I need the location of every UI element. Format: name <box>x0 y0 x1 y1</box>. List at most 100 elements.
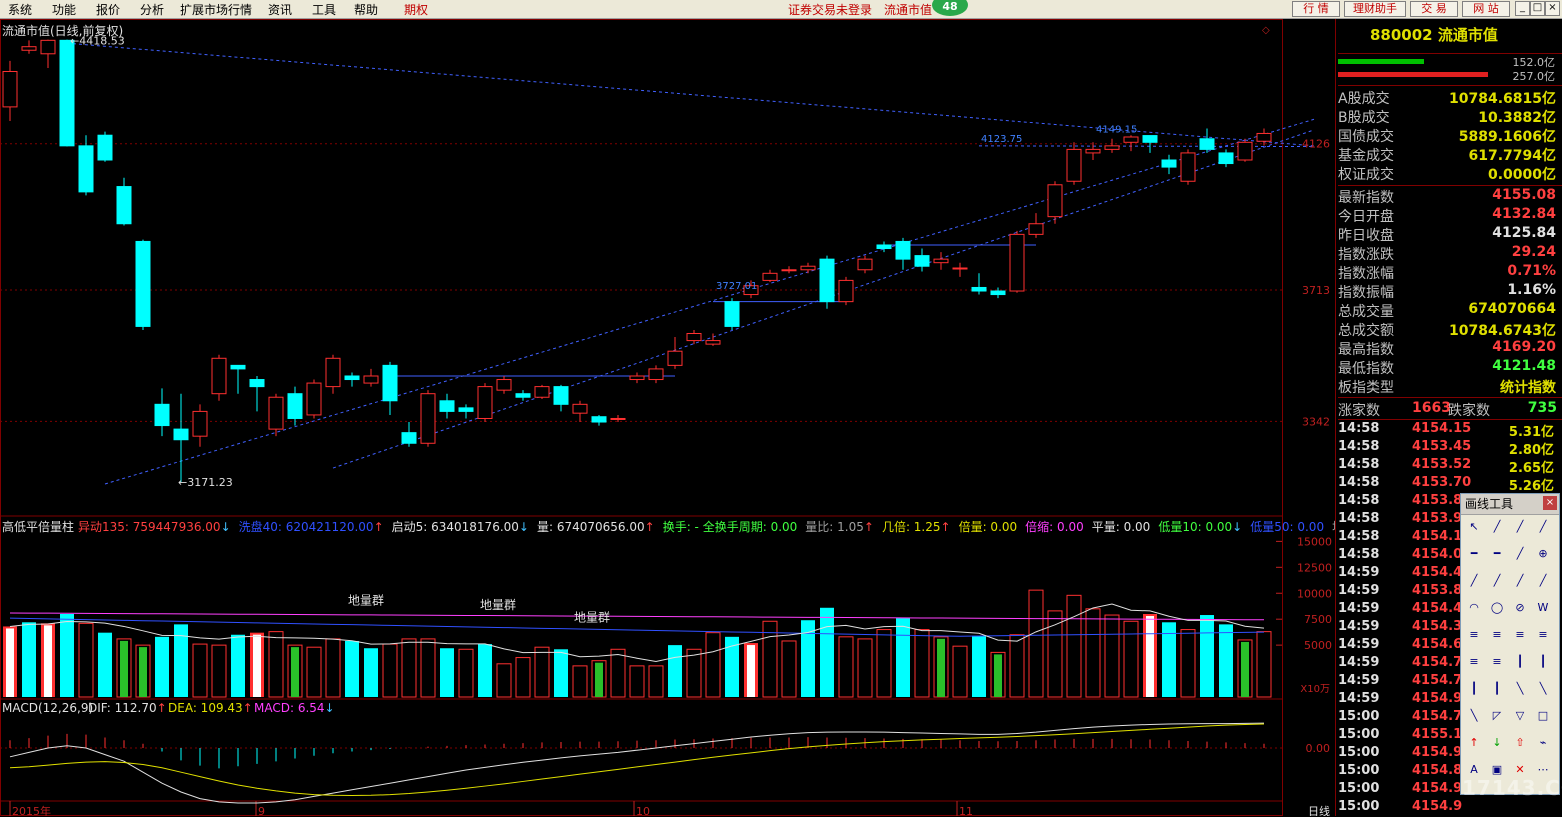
regression-tool-icon[interactable]: ╲ <box>1464 707 1484 725</box>
x-axis-label: 9 <box>258 805 265 816</box>
candle <box>667 337 683 369</box>
triangle-tool-icon[interactable]: ◸ <box>1487 707 1507 725</box>
finance-assistant-button[interactable]: 理财助手 <box>1344 1 1406 17</box>
candle <box>705 333 721 346</box>
stat-row: 总成交额 10784.6743亿 <box>1338 320 1558 339</box>
pointer-tool-icon[interactable]: ↖ <box>1464 518 1484 536</box>
tick-price: 4153.9 <box>1412 511 1463 526</box>
parallel-tool-icon[interactable]: ╱ <box>1510 545 1530 563</box>
volume-bar-inner <box>1146 616 1154 697</box>
speed-tool-icon[interactable]: ╲ <box>1510 680 1530 698</box>
volume-ma40-line <box>9 617 1265 637</box>
down-triangle-tool-icon[interactable]: ▽ <box>1510 707 1530 725</box>
volume-bar <box>876 629 892 698</box>
candle <box>2 60 18 122</box>
minimize-icon[interactable]: _ <box>1515 1 1530 16</box>
ellipse-tool-icon[interactable]: ⊘ <box>1510 599 1530 617</box>
stat-label: 国债成交 <box>1338 129 1394 145</box>
tick-time: 15:00 <box>1338 763 1380 778</box>
circle-tool-icon[interactable]: ◯ <box>1487 599 1507 617</box>
mark-up-icon[interactable]: ⇧ <box>1510 734 1530 752</box>
golden-tool-icon[interactable]: ≡ <box>1533 626 1553 644</box>
tick-time: 14:59 <box>1338 565 1380 580</box>
drawing-tool-close-icon[interactable]: × <box>1543 496 1557 510</box>
period-tool-icon[interactable]: ┃ <box>1487 680 1507 698</box>
band-tool-icon[interactable]: ≡ <box>1487 653 1507 671</box>
volume-bar-inner <box>747 645 755 697</box>
trade-button[interactable]: 交 易 <box>1410 1 1458 17</box>
down-arrow-icon[interactable]: ↓ <box>1487 734 1507 752</box>
ray-tool-icon[interactable]: ╱ <box>1510 518 1530 536</box>
candle <box>1256 128 1272 146</box>
volume-bar-rect <box>22 622 36 697</box>
chart-area[interactable]: 412637133342←4418.53←3171.234123.754149.… <box>0 19 1334 816</box>
candle <box>724 298 740 330</box>
gann-tool-icon[interactable]: ≡ <box>1464 626 1484 644</box>
menu-options[interactable]: 期权 <box>404 1 428 18</box>
fib-tool-icon[interactable]: ≡ <box>1487 626 1507 644</box>
volume-bar <box>287 644 303 698</box>
quote-button[interactable]: 行 情 <box>1292 1 1340 17</box>
menu-quote[interactable]: 报价 <box>96 1 120 18</box>
menu-help[interactable]: 帮助 <box>354 1 378 18</box>
candle-body <box>1237 141 1253 161</box>
stat-row: 总成交量 674070664 <box>1338 301 1558 320</box>
percent-tool-icon[interactable]: ≡ <box>1464 653 1484 671</box>
fall-value: 735 <box>1527 400 1557 416</box>
segment-tool-icon[interactable]: ╱ <box>1533 518 1553 536</box>
market-value-tab[interactable]: 流通市值 <box>884 1 932 18</box>
time-tool-icon[interactable]: ┃ <box>1533 653 1553 671</box>
stat-row: 指数振幅 1.16% <box>1338 282 1558 301</box>
menu-system[interactable]: 系统 <box>8 1 32 18</box>
up-arrow-icon[interactable]: ↑ <box>1464 734 1484 752</box>
candle <box>230 364 246 394</box>
menu-function[interactable]: 功能 <box>52 1 76 18</box>
candlestick-series <box>2 39 1272 482</box>
tick-time: 14:58 <box>1338 547 1380 562</box>
drawing-tool-header[interactable]: 画线工具 × <box>1461 494 1559 515</box>
candle <box>173 393 189 482</box>
mark-tool-icon[interactable]: ⌁ <box>1533 734 1553 752</box>
menu-ext-market[interactable]: 扩展市场行情 <box>180 1 252 18</box>
wave-tool-icon[interactable]: W <box>1533 599 1553 617</box>
menu-analysis[interactable]: 分析 <box>140 1 164 18</box>
cross-tool-icon[interactable]: ⊕ <box>1533 545 1553 563</box>
angle-tool-icon[interactable]: ╲ <box>1533 680 1553 698</box>
volume-bar-rect <box>1047 610 1063 698</box>
candle-body <box>1028 223 1044 235</box>
hray-tool-icon[interactable]: ━ <box>1487 545 1507 563</box>
menu-info[interactable]: 资讯 <box>268 1 292 18</box>
volume-bar-rect <box>781 640 797 698</box>
line-tool-icon[interactable]: ╱ <box>1487 518 1507 536</box>
fan-tool-icon[interactable]: ╱ <box>1487 572 1507 590</box>
volume-bar <box>705 632 721 698</box>
trend-tool-icon[interactable]: ╱ <box>1510 572 1530 590</box>
maximize-icon[interactable]: □ <box>1530 1 1545 16</box>
volume-bar-rect <box>478 644 492 697</box>
arc-tool-icon[interactable]: ◠ <box>1464 599 1484 617</box>
cycle-tool-icon[interactable]: ┃ <box>1510 653 1530 671</box>
menu-tools[interactable]: 工具 <box>312 1 336 18</box>
candle-body <box>382 364 398 402</box>
candle-body <box>572 403 588 414</box>
tick-time: 14:58 <box>1338 439 1380 454</box>
tick-amount: 2.80亿 <box>1508 443 1554 458</box>
website-button[interactable]: 网 站 <box>1462 1 1510 17</box>
hline-tool-icon[interactable]: ━ <box>1464 545 1484 563</box>
ratio-tool-icon[interactable]: ≡ <box>1510 626 1530 644</box>
login-status[interactable]: 证券交易未登录 <box>788 1 872 18</box>
price-tick-label: 3342 <box>1302 415 1330 428</box>
close-icon[interactable]: × <box>1545 1 1560 16</box>
rect-tool-icon[interactable]: □ <box>1533 707 1553 725</box>
volume-bar <box>554 649 568 697</box>
candle <box>477 383 493 423</box>
candle-body <box>762 272 778 281</box>
vline-tool-icon[interactable]: ┃ <box>1464 680 1484 698</box>
candle-body <box>1142 135 1158 143</box>
drawing-tool-palette[interactable]: 画线工具 × ↖ ╱ ╱ ╱ ━ ━ ╱ ⊕ ╱ ╱ ╱ ╱ ◠ ◯ ⊘ W ≡ ≡ ≡ ≡ ≡ ≡ ┃ ┃ ┃ ┃ ╲ ╲ ╲ ◸ ▽ □ ↑ ↓… <box>1460 493 1560 795</box>
candle-body <box>876 244 892 250</box>
channel-tool-icon[interactable]: ╱ <box>1464 572 1484 590</box>
volume-bar-rect <box>801 620 815 697</box>
arrow-line-tool-icon[interactable]: ╱ <box>1533 572 1553 590</box>
volume-bar-rect <box>686 648 702 698</box>
